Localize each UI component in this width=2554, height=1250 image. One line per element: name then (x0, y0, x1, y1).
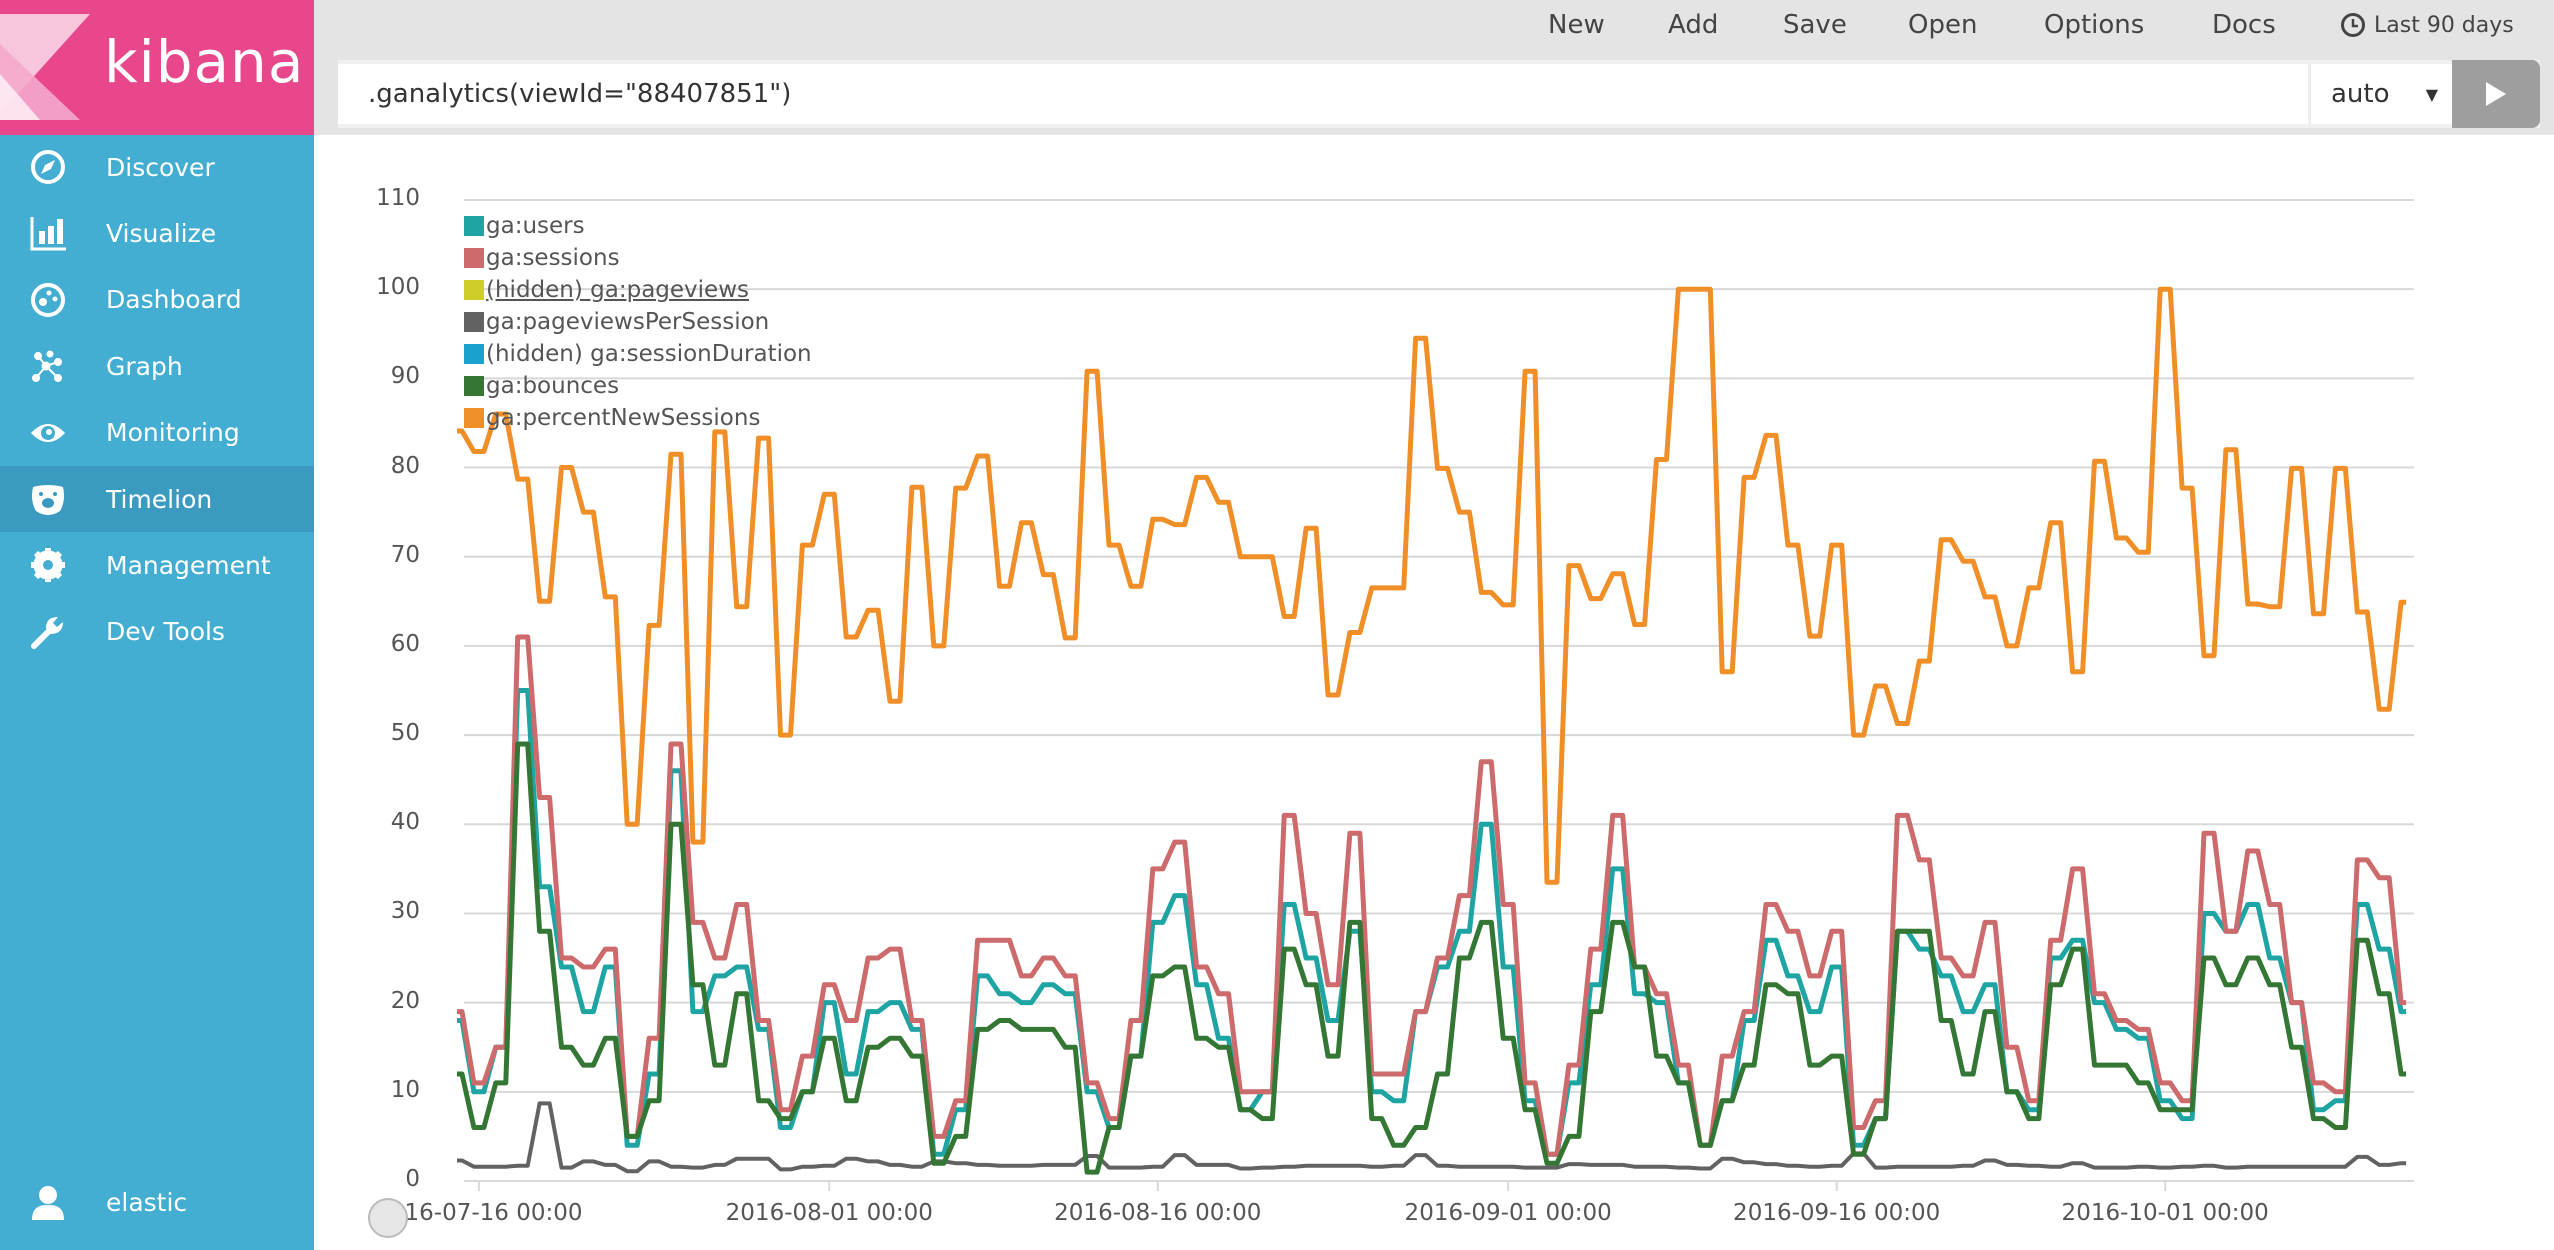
y-tick-label: 50 (390, 720, 420, 747)
series-line-ga-users (457, 688, 2407, 1157)
y-tick-label: 100 (376, 274, 420, 301)
sidebar-item-label: Monitoring (106, 418, 240, 448)
legend-label: (hidden) ga:sessionDuration (486, 341, 812, 367)
y-tick-label: 70 (390, 541, 420, 568)
brand-name: kibana (104, 28, 305, 96)
series-line-ga-pageviewspersession (457, 1101, 2407, 1174)
x-tick-label: 2016-09-01 00:00 (1404, 1200, 1612, 1226)
legend-label: ga:sessions (486, 245, 620, 271)
bar-chart-icon (30, 215, 66, 251)
graph-icon (30, 348, 66, 384)
legend-item[interactable]: ga:users (464, 210, 812, 242)
kibana-logo[interactable]: kibana (0, 0, 314, 135)
gear-icon (30, 547, 66, 583)
clock-icon (2341, 13, 2365, 37)
sidebar-item-management[interactable]: Management (0, 532, 314, 598)
sidebar-item-monitoring[interactable]: Monitoring (0, 400, 314, 466)
y-tick-label: 0 (405, 1166, 420, 1192)
y-tick-label: 110 (376, 185, 420, 211)
menu-open-button[interactable]: Open (1908, 10, 1977, 40)
chart-legend: ga:users ga:sessions (hidden) ga:pageviews… (464, 210, 812, 434)
menu-new-button[interactable]: New (1548, 10, 1605, 40)
caret-down-icon: ▼ (2425, 84, 2438, 104)
series-line-ga-bounces (457, 741, 2407, 1175)
legend-item[interactable]: ga:percentNewSessions (464, 402, 812, 434)
sidebar-item-visualize[interactable]: Visualize (0, 200, 314, 266)
menu-docs-button[interactable]: Docs (2212, 10, 2276, 40)
series-line-ga-sessions (457, 634, 2407, 1157)
sidebar-item-discover[interactable]: Discover (0, 134, 314, 200)
legend-item[interactable]: ga:pageviewsPerSession (464, 306, 812, 338)
x-tick-label: 2016-10-01 00:00 (2061, 1200, 2269, 1226)
sidebar-item-label: Dashboard (106, 285, 242, 315)
legend-label: (hidden) ga:pageviews (486, 277, 749, 303)
legend-swatch (464, 216, 484, 236)
sidebar-item-label: Timelion (106, 484, 213, 514)
x-tick-label: 2016-08-16 00:00 (1054, 1200, 1262, 1226)
legend-swatch (464, 344, 484, 364)
kibana-logo-mark-icon (0, 14, 90, 120)
legend-label: ga:percentNewSessions (486, 405, 761, 431)
y-tick-label: 80 (390, 452, 420, 479)
sidebar-item-graph[interactable]: Graph (0, 333, 314, 399)
user-icon (30, 1184, 66, 1220)
y-tick-label: 40 (390, 809, 420, 836)
legend-item[interactable]: ga:sessions (464, 242, 812, 274)
legend-label: ga:bounces (486, 373, 620, 399)
y-tick-label: 90 (390, 363, 420, 390)
legend-label: ga:pageviewsPerSession (486, 309, 770, 335)
sidebar-item-label: Visualize (106, 218, 217, 248)
compass-icon (30, 149, 66, 185)
sidebar-item-label: Management (106, 550, 271, 580)
expression-input[interactable] (338, 64, 2308, 124)
play-icon (2486, 82, 2506, 106)
sidebar-item-dev-tools[interactable]: Dev Tools (0, 599, 314, 665)
eye-icon (30, 415, 66, 451)
y-tick-label: 60 (390, 630, 420, 657)
user-name: elastic (106, 1187, 188, 1217)
sidebar: kibana Discover Visualize Dashboard Graph Mo… (0, 0, 314, 1250)
run-button[interactable] (2452, 60, 2540, 128)
time-picker[interactable]: Last 90 days (2340, 12, 2514, 38)
menu-save-button[interactable]: Save (1783, 10, 1847, 40)
legend-swatch (464, 280, 484, 300)
time-range-label: Last 90 days (2374, 12, 2514, 38)
legend-swatch (464, 248, 484, 268)
dashboard-icon (30, 282, 66, 318)
y-tick-label: 20 (390, 987, 420, 1014)
sidebar-item-dashboard[interactable]: Dashboard (0, 267, 314, 333)
legend-item[interactable]: (hidden) ga:pageviews (464, 274, 812, 306)
bear-icon (30, 481, 66, 517)
sidebar-item-label: Graph (106, 351, 183, 381)
legend-label: ga:users (486, 213, 585, 239)
sidebar-item-label: Discover (106, 152, 215, 182)
chart-zoom-handle[interactable] (368, 1198, 408, 1238)
legend-item[interactable]: (hidden) ga:sessionDuration (464, 338, 812, 370)
interval-select[interactable]: auto ▼ (2310, 64, 2452, 124)
sidebar-item-timelion[interactable]: Timelion (0, 466, 314, 532)
x-tick-label: 2016-08-01 00:00 (725, 1200, 933, 1226)
legend-swatch (464, 408, 484, 428)
y-tick-label: 10 (390, 1076, 420, 1103)
x-tick-label: 2016-09-16 00:00 (1733, 1200, 1941, 1226)
user-menu[interactable]: elastic (0, 1169, 314, 1235)
menu-options-button[interactable]: Options (2044, 10, 2144, 40)
legend-swatch (464, 312, 484, 332)
legend-swatch (464, 376, 484, 396)
y-tick-label: 30 (390, 898, 420, 925)
sidebar-item-label: Dev Tools (106, 617, 225, 647)
legend-item[interactable]: ga:bounces (464, 370, 812, 402)
interval-value: auto (2331, 79, 2390, 109)
menu-add-button[interactable]: Add (1668, 10, 1718, 40)
wrench-icon (30, 614, 66, 650)
query-bar: auto ▼ (338, 60, 2540, 128)
